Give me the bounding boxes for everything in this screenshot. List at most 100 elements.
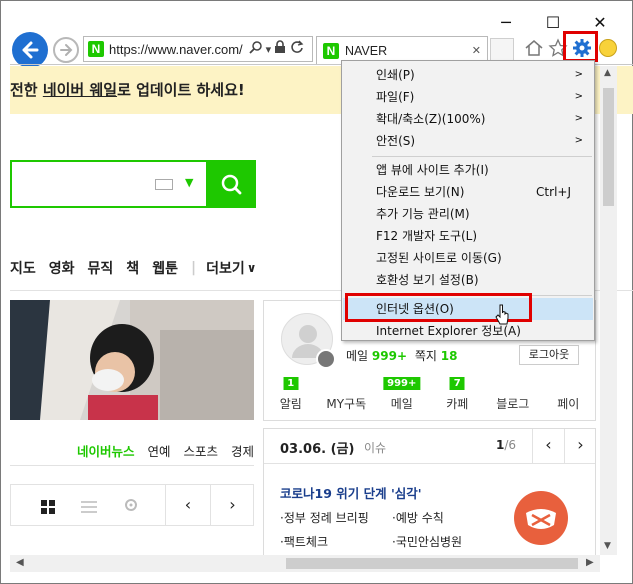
list-view-icon[interactable] xyxy=(81,499,97,518)
scroll-up-icon[interactable]: ▲ xyxy=(604,68,611,78)
issue-prev-icon[interactable]: ‹ xyxy=(532,429,564,463)
address-url[interactable]: https://www.naver.com/ xyxy=(109,42,243,57)
issue-link-factcheck[interactable]: ·팩트체크 xyxy=(280,533,328,550)
scroll-right-icon[interactable]: ▶ xyxy=(586,557,594,568)
tab-mail[interactable]: 999+ 메일 xyxy=(374,377,430,421)
back-button[interactable] xyxy=(12,32,48,68)
mouse-cursor-icon xyxy=(494,304,510,330)
search-icon[interactable] xyxy=(249,40,263,58)
mask-icon xyxy=(514,491,568,545)
submenu-arrow-icon: > xyxy=(574,91,583,102)
logout-button[interactable]: 로그아웃 xyxy=(519,345,579,365)
alert-badge: 1 xyxy=(283,377,299,390)
search-input[interactable]: ▼ xyxy=(10,160,206,208)
menu-separator xyxy=(372,156,592,157)
menu-item-safety[interactable]: 안전(S) > xyxy=(343,130,593,152)
tab-my-label: MY구독 xyxy=(326,397,367,411)
home-icon[interactable] xyxy=(524,38,544,62)
tab-sports[interactable]: 스포츠 xyxy=(183,441,218,460)
arrow-right-icon xyxy=(60,44,73,56)
naver-favicon: N xyxy=(88,41,104,57)
mail-count: 999+ xyxy=(371,349,408,363)
issue-tag: 이슈 xyxy=(364,441,387,455)
menu-item-zoom[interactable]: 확대/축소(Z)(100%) > xyxy=(343,108,593,130)
tab-economy[interactable]: 경제 xyxy=(231,441,254,460)
grid-view-icon[interactable] xyxy=(41,499,55,514)
tab-entertainment[interactable]: 연예 xyxy=(147,441,170,460)
menu-item-about-ie[interactable]: Internet Explorer 정보(A) xyxy=(343,320,593,342)
keyboard-icon[interactable] xyxy=(155,179,173,190)
tab-alert-label: 알림 xyxy=(279,397,302,411)
tab-mail-label: 메일 xyxy=(390,397,413,411)
nav-item-book[interactable]: 책 xyxy=(126,258,139,278)
nav-item-webtoon[interactable]: 웹툰 xyxy=(152,258,178,278)
tab-title: NAVER xyxy=(345,43,388,58)
issue-link-hospital[interactable]: ·국민안심병원 xyxy=(392,533,462,550)
issue-next-icon[interactable]: › xyxy=(564,429,596,463)
submenu-arrow-icon: > xyxy=(574,113,583,124)
tab-blog-label: 블로그 xyxy=(496,397,530,411)
new-tab-button[interactable] xyxy=(490,38,514,62)
scroll-down-icon[interactable]: ▼ xyxy=(604,541,611,551)
arrow-left-icon xyxy=(22,41,39,59)
press-view-toolbar: ‹ › xyxy=(10,484,254,526)
menu-item-dev-tools[interactable]: F12 개발자 도구(L) xyxy=(343,225,593,247)
tab-cafe[interactable]: 7 카페 xyxy=(430,377,486,421)
issue-link-prevention[interactable]: ·예방 수칙 xyxy=(392,509,444,526)
menu-item-compat-view[interactable]: 호환성 보기 설정(B) xyxy=(343,269,593,291)
mail-label: 메일 xyxy=(346,349,369,363)
refresh-icon[interactable] xyxy=(290,40,304,58)
issue-headline[interactable]: 코로나19 위기 단계 '심각' xyxy=(280,483,422,502)
search-icon xyxy=(221,174,242,195)
gear-highlight-box xyxy=(563,31,598,62)
scroll-left-icon[interactable]: ◀ xyxy=(16,557,24,568)
search-button[interactable] xyxy=(206,160,256,208)
cafe-badge: 7 xyxy=(449,377,465,390)
menu-item-file[interactable]: 파일(F) > xyxy=(343,86,593,108)
menu-item-print[interactable]: 인쇄(P) > xyxy=(343,64,593,86)
vertical-scrollbar[interactable]: ▲ ▼ xyxy=(600,66,617,555)
lock-icon[interactable] xyxy=(274,40,286,58)
nav-item-more[interactable]: 더보기 xyxy=(206,258,245,278)
chevron-down-icon[interactable]: ∨ xyxy=(247,261,257,275)
tab-pay[interactable]: 페이 xyxy=(541,385,597,421)
address-bar[interactable]: N https://www.naver.com/ ▾ xyxy=(83,36,313,62)
note-label: 쪽지 xyxy=(414,349,437,363)
banner-text-prefix: 전한 xyxy=(10,81,43,99)
mail-note-summary[interactable]: 메일 999+ 쪽지 18 xyxy=(346,347,457,364)
issue-link-briefing[interactable]: ·정부 정례 브리핑 xyxy=(280,509,369,526)
tab-pay-label: 페이 xyxy=(557,397,580,411)
tab-my-subscription[interactable]: MY구독 xyxy=(319,385,375,421)
menu-item-pinned-sites[interactable]: 고정된 사이트로 이동(G) xyxy=(343,247,593,269)
submenu-arrow-icon: > xyxy=(574,135,583,146)
chevron-down-icon[interactable]: ▼ xyxy=(185,176,193,189)
minimize-button[interactable]: ─ xyxy=(486,10,526,36)
smiley-feedback-icon[interactable] xyxy=(599,39,617,57)
nav-item-movie[interactable]: 영화 xyxy=(49,258,75,278)
tab-close-icon[interactable]: ✕ xyxy=(472,44,481,57)
nav-item-map[interactable]: 지도 xyxy=(10,258,36,278)
chevron-down-icon[interactable]: ▾ xyxy=(266,43,272,56)
news-tabs: 네이버뉴스 연예 스포츠 경제 xyxy=(10,436,254,466)
settings-icon[interactable] xyxy=(123,497,139,517)
nav-divider: | xyxy=(190,260,197,276)
scroll-thumb[interactable] xyxy=(603,88,614,206)
menu-item-add-app-view[interactable]: 앱 뷰에 사이트 추가(I) xyxy=(343,159,593,181)
banner-whale-link[interactable]: 네이버 웨일 xyxy=(43,81,117,99)
menu-item-view-downloads[interactable]: 다운로드 보기(N) Ctrl+J xyxy=(343,181,593,203)
menu-item-manage-addons[interactable]: 추가 기능 관리(M) xyxy=(343,203,593,225)
prev-arrow-icon[interactable]: ‹ xyxy=(165,485,210,525)
issue-page-total: /6 xyxy=(504,438,517,452)
hscroll-thumb[interactable] xyxy=(286,558,578,569)
nav-item-music[interactable]: 뮤직 xyxy=(88,258,114,278)
submenu-arrow-icon: > xyxy=(574,69,583,80)
tab-blog[interactable]: 블로그 xyxy=(485,385,541,421)
news-photo[interactable] xyxy=(10,300,254,420)
next-arrow-icon[interactable]: › xyxy=(210,485,254,525)
tab-alert[interactable]: 1 알림 xyxy=(263,377,319,421)
tab-naver-news[interactable]: 네이버뉴스 xyxy=(77,441,135,460)
forward-button[interactable] xyxy=(53,37,79,63)
horizontal-scrollbar[interactable]: ◀ ▶ xyxy=(10,555,600,572)
banner-text-suffix: 로 업데이트 하세요! xyxy=(117,81,245,99)
settings-gear-icon[interactable] xyxy=(316,349,336,369)
